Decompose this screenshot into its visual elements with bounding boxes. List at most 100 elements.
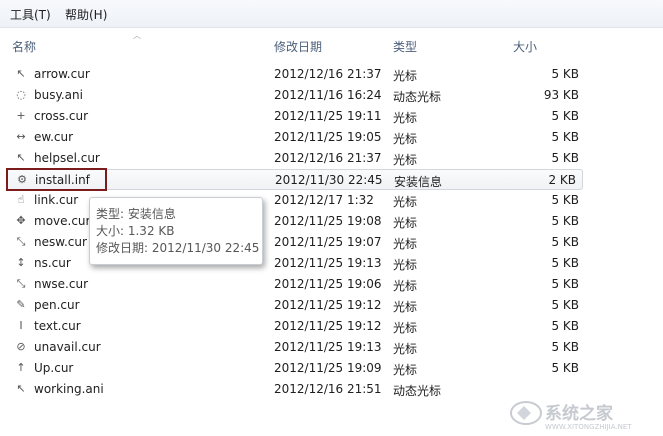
column-name[interactable]: 名称 — [12, 38, 36, 55]
file-name: working.ani — [34, 382, 104, 396]
column-date[interactable]: 修改日期 — [274, 38, 322, 55]
tooltip-date: 修改日期: 2012/11/30 22:45 — [96, 241, 260, 255]
sort-ascending-icon: ︿ — [133, 31, 141, 40]
file-size: 5 KB — [551, 193, 579, 207]
file-size: 2 KB — [548, 173, 576, 187]
file-name: install.inf — [35, 173, 90, 187]
file-row[interactable]: ↖ helpsel.cur 2012/12/16 21:37 光标 5 KB — [0, 148, 663, 169]
file-type: 光标 — [393, 258, 418, 272]
file-size: 5 KB — [551, 130, 579, 144]
file-date: 2012/11/25 19:07 — [274, 235, 382, 249]
menu-tools[interactable]: 工具(T) — [10, 6, 51, 23]
file-type: 光标 — [393, 237, 418, 251]
file-size: 5 KB — [551, 361, 579, 375]
diagonal-resize-cursor-icon: ⤡ — [16, 235, 26, 248]
file-date: 2012/12/17 1:32 — [274, 193, 374, 207]
file-name: text.cur — [34, 319, 81, 333]
tooltip-type: 类型: 安装信息 — [96, 207, 176, 221]
unavailable-cursor-icon: ⊘ — [16, 340, 26, 353]
file-name: pen.cur — [34, 298, 80, 312]
diagonal-resize-cursor-icon: ⤡ — [16, 277, 26, 290]
column-type[interactable]: 类型 — [393, 38, 417, 55]
file-date: 2012/12/16 21:37 — [274, 151, 382, 165]
file-type: 安装信息 — [394, 175, 443, 189]
file-type: 光标 — [393, 300, 418, 314]
file-type: 动态光标 — [393, 384, 442, 398]
file-row[interactable]: ↖ working.ani 2012/12/16 21:51 动态光标 — [0, 379, 663, 400]
file-date: 2012/11/25 19:08 — [274, 214, 382, 228]
file-size: 5 KB — [551, 256, 579, 270]
file-date: 2012/11/25 19:12 — [274, 298, 382, 312]
file-tooltip: 类型: 安装信息 大小: 1.32 KB 修改日期: 2012/11/30 22… — [89, 197, 263, 265]
working-cursor-icon: ↖ — [16, 382, 26, 395]
file-size: 5 KB — [551, 235, 579, 249]
file-size: 5 KB — [551, 214, 579, 228]
file-name: cross.cur — [34, 109, 89, 123]
file-row[interactable]: Itext.cur 2012/11/25 19:12 光标 5 KB — [0, 316, 663, 337]
file-name: unavail.cur — [34, 340, 101, 354]
pen-cursor-icon: ✎ — [16, 298, 26, 311]
file-row[interactable]: ↖ arrow.cur 2012/12/16 21:37 光标 5 KB — [0, 64, 663, 85]
file-row[interactable]: ⤡ nwse.cur 2012/11/25 19:06 光标 5 KB — [0, 274, 663, 295]
file-row[interactable]: ↔ ew.cur 2012/11/25 19:05 光标 5 KB — [0, 127, 663, 148]
column-size[interactable]: 大小 — [513, 38, 537, 55]
file-date: 2012/11/25 19:05 — [274, 130, 382, 144]
arrow-cursor-icon: ↖ — [16, 67, 26, 80]
vertical-resize-cursor-icon: ↕ — [16, 256, 26, 269]
file-type: 光标 — [393, 363, 418, 377]
file-row[interactable]: ⚙ install.inf 2012/11/30 22:45 安装信息 2 KB — [6, 169, 583, 190]
watermark-url: WWW.XITONGZHIJIA.NET — [545, 423, 632, 431]
hand-cursor-icon: ☝ — [17, 193, 25, 206]
file-row[interactable]: ⊘ unavail.cur 2012/11/25 19:13 光标 5 KB — [0, 337, 663, 358]
file-date: 2012/11/25 19:13 — [274, 340, 382, 354]
menu-help[interactable]: 帮助(H) — [65, 6, 107, 23]
file-type: 光标 — [393, 279, 418, 293]
busy-cursor-icon: ◌ — [16, 88, 26, 101]
file-date: 2012/11/25 19:06 — [274, 277, 382, 291]
file-type: 光标 — [393, 153, 418, 167]
file-name: link.cur — [34, 193, 79, 207]
file-size: 5 KB — [551, 340, 579, 354]
file-size: 5 KB — [551, 67, 579, 81]
file-name: nesw.cur — [34, 235, 87, 249]
file-name: move.cur — [34, 214, 91, 228]
up-arrow-cursor-icon: ↑ — [16, 361, 26, 374]
menu-bar: 工具(T) 帮助(H) — [0, 0, 663, 28]
file-row[interactable]: ◌ busy.ani 2012/11/16 16:24 动态光标 93 KB — [0, 85, 663, 106]
file-type: 光标 — [393, 321, 418, 335]
column-header: ︿ 名称 修改日期 类型 大小 — [0, 30, 663, 58]
watermark: 系统之家 WWW.XITONGZHIJIA.NET — [509, 398, 657, 432]
file-name: helpsel.cur — [34, 151, 100, 165]
file-date: 2012/12/16 21:51 — [274, 382, 382, 396]
file-row[interactable]: + cross.cur 2012/11/25 19:11 光标 5 KB — [0, 106, 663, 127]
help-cursor-icon: ↖ — [16, 151, 26, 164]
file-name: nwse.cur — [34, 277, 89, 291]
file-name: arrow.cur — [34, 67, 90, 81]
file-date: 2012/11/16 16:24 — [274, 88, 382, 102]
file-date: 2012/11/25 19:09 — [274, 361, 382, 375]
file-type: 动态光标 — [393, 90, 442, 104]
file-size: 5 KB — [551, 277, 579, 291]
file-date: 2012/11/30 22:45 — [275, 173, 383, 187]
text-cursor-icon: I — [19, 319, 23, 332]
tooltip-size: 大小: 1.32 KB — [96, 224, 175, 238]
file-date: 2012/11/25 19:13 — [274, 256, 382, 270]
file-size: 5 KB — [551, 298, 579, 312]
file-type: 光标 — [393, 216, 418, 230]
horizontal-resize-cursor-icon: ↔ — [16, 130, 26, 143]
file-name: Up.cur — [34, 361, 74, 375]
file-type: 光标 — [393, 69, 418, 83]
file-date: 2012/11/25 19:11 — [274, 109, 382, 123]
file-type: 光标 — [393, 195, 418, 209]
watermark-logo-icon: 系统之家 WWW.XITONGZHIJIA.NET — [510, 401, 632, 431]
file-date: 2012/11/25 19:12 — [274, 319, 382, 333]
file-name: ns.cur — [34, 256, 71, 270]
file-size: 5 KB — [551, 151, 579, 165]
file-size: 5 KB — [551, 109, 579, 123]
file-row[interactable]: ✎ pen.cur 2012/11/25 19:12 光标 5 KB — [0, 295, 663, 316]
move-cursor-icon: ✥ — [16, 214, 26, 227]
file-date: 2012/12/16 21:37 — [274, 67, 382, 81]
file-size: 5 KB — [551, 319, 579, 333]
file-size: 93 KB — [543, 88, 579, 102]
file-row[interactable]: ↑ Up.cur 2012/11/25 19:09 光标 5 KB — [0, 358, 663, 379]
